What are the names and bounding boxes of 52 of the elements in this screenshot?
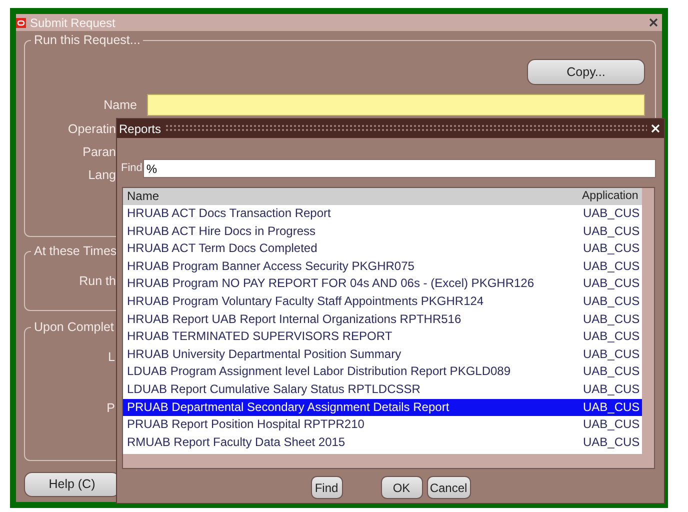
field-label: Lang (88, 166, 116, 184)
find-field[interactable]: % (143, 159, 656, 178)
column-header[interactable]: Name (123, 188, 581, 205)
dialog-title: Reports (119, 120, 162, 138)
application-cell[interactable]: UAB_CUS (581, 258, 638, 276)
application-cell[interactable]: UAB_CUS (581, 205, 638, 223)
group-title: Run this Request... (31, 33, 144, 47)
field-label: Paran (82, 144, 116, 161)
report-name[interactable]: HRUAB ACT Docs Transaction Report (123, 205, 581, 223)
ok-button[interactable]: OK (380, 476, 422, 499)
report-name[interactable]: HRUAB Program Voluntary Faculty Staff Appointments PKGHR124 (123, 292, 581, 311)
find-button[interactable]: Find (310, 476, 342, 499)
report-name[interactable]: HRUAB Program NO PAY REPORT FOR 04s AND 06s - (Excel) PKGHR126 (123, 275, 581, 293)
application-cell[interactable]: UAB_CUS (581, 222, 638, 240)
report-name[interactable]: PRUAB Report Position Hospital RPTPR210 (123, 416, 581, 434)
app-icon (16, 18, 26, 28)
application-cell[interactable]: UAB_CUS (581, 275, 638, 293)
application-cell[interactable]: UAB_CUS (581, 292, 638, 311)
report-name[interactable]: HRUAB University Departmental Position Summary (123, 346, 581, 364)
application-cell[interactable]: UAB_CUS (581, 416, 638, 434)
field-label: Operatin (68, 121, 116, 138)
application-cell[interactable]: UAB_CUS (581, 328, 638, 346)
window-title: Submit Request (30, 14, 116, 32)
application-cell[interactable]: UAB_CUS (581, 310, 638, 328)
find-label: Find (121, 161, 142, 176)
report-name[interactable]: HRUAB Program Banner Access Security PKGHR075 (123, 258, 581, 276)
application-cell[interactable]: UAB_CUS (581, 398, 638, 416)
report-name[interactable]: LDUAB Program Assignment level Labor Distribution Report PKGLD089 (123, 363, 581, 381)
close-icon[interactable] (649, 18, 658, 27)
column-header[interactable]: Application (581, 188, 643, 205)
application-cell[interactable]: UAB_CUS (581, 380, 638, 399)
copy-button[interactable]: Copy... (527, 59, 645, 85)
report-name[interactable]: HRUAB Report UAB Report Internal Organizations RPTHR516 (123, 310, 581, 328)
report-name[interactable]: HRUAB TERMINATED SUPERVISORS REPORT (123, 328, 581, 346)
group-title: Upon Complet (31, 320, 117, 334)
report-name[interactable]: PRUAB Departmental Secondary Assignment Details Report (123, 398, 581, 416)
report-name[interactable]: HRUAB ACT Hire Docs in Progress (123, 222, 581, 240)
application-cell[interactable]: UAB_CUS (581, 240, 638, 258)
name-field[interactable] (147, 94, 645, 116)
vertical-scrollbar[interactable] (642, 188, 654, 454)
report-name[interactable]: LDUAB Report Cumulative Salary Status RPTLDCSSR (123, 380, 581, 399)
cancel-button[interactable]: Cancel (426, 476, 470, 499)
field-label: L (108, 349, 115, 366)
application-cell[interactable]: UAB_CUS (581, 346, 638, 364)
field-label: Run th (79, 273, 116, 290)
application-cell[interactable]: UAB_CUS (581, 434, 638, 452)
application-cell[interactable]: UAB_CUS (581, 363, 638, 381)
field-label: P (106, 400, 115, 417)
field-label: Name (102, 96, 137, 114)
horizontal-scrollbar[interactable] (123, 454, 654, 468)
report-name[interactable]: RMUAB Report Faculty Data Sheet 2015 (123, 434, 581, 452)
report-name[interactable]: HRUAB ACT Term Docs Completed (123, 240, 581, 258)
